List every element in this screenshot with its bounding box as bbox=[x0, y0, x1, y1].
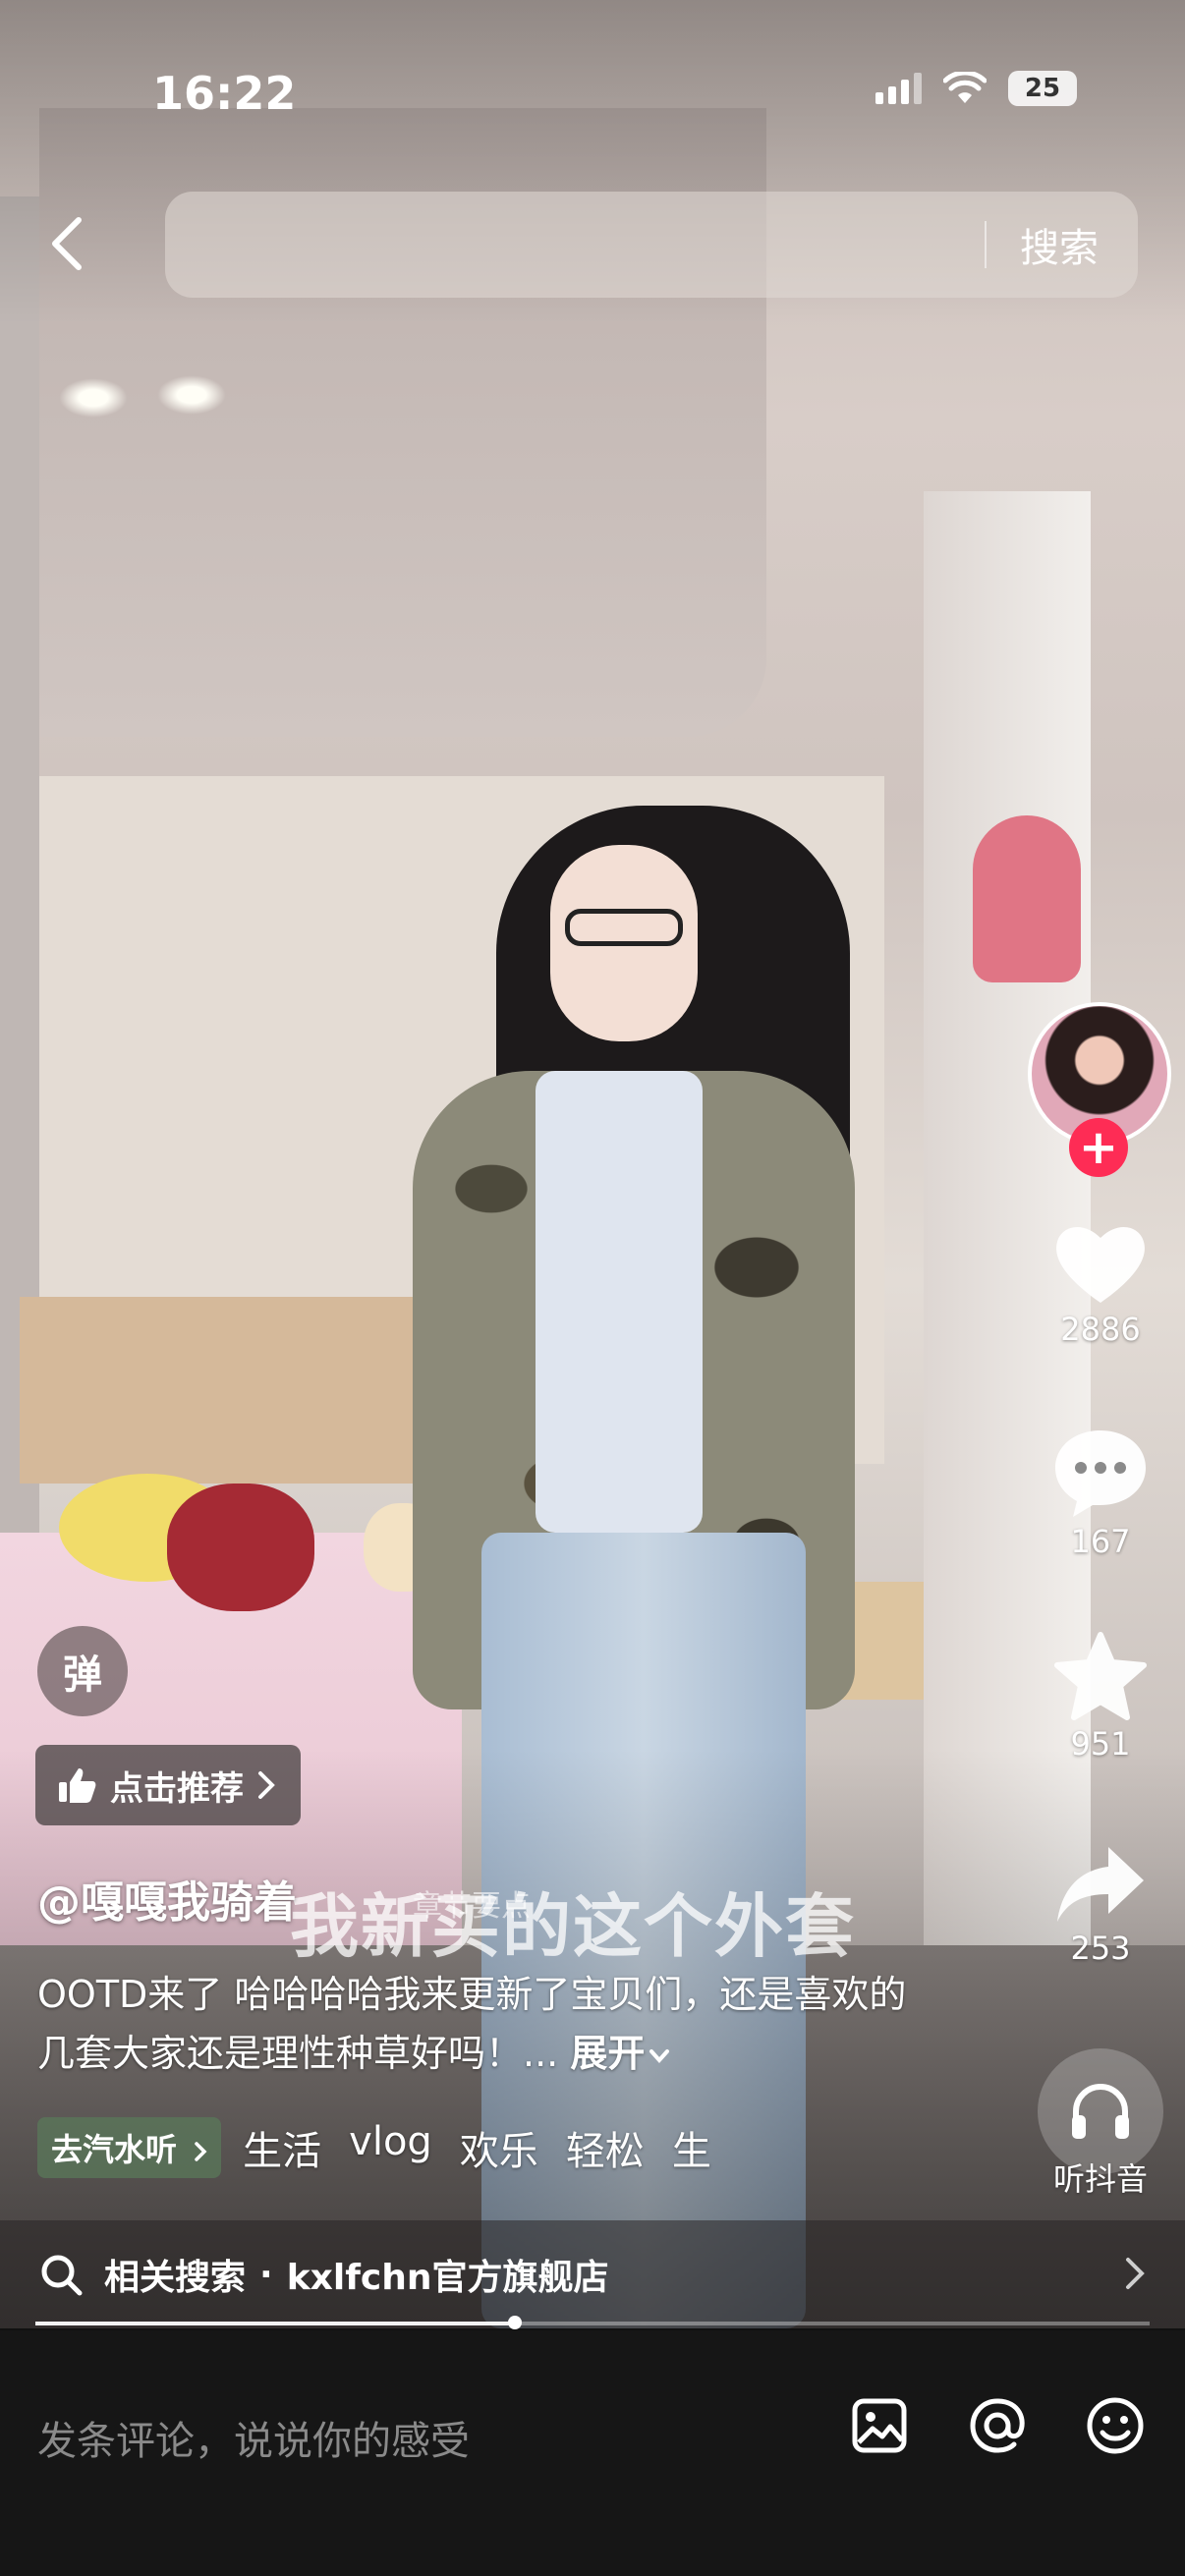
danmu-label: 弹 bbox=[63, 1652, 102, 1698]
back-button[interactable] bbox=[49, 214, 88, 273]
listen-label: 听抖音 bbox=[1052, 2160, 1148, 2198]
search-icon bbox=[41, 2255, 83, 2296]
related-search-label: 相关搜索 bbox=[104, 2258, 247, 2298]
battery-indicator: 25 bbox=[1008, 71, 1077, 106]
chevron-right-icon bbox=[1126, 2258, 1145, 2289]
expand-label: 展开 bbox=[570, 2032, 646, 2075]
tag-item[interactable]: 欢乐 bbox=[460, 2119, 538, 2176]
video-progress-bar[interactable] bbox=[35, 2316, 1150, 2329]
related-separator: · bbox=[259, 2254, 273, 2295]
danmu-toggle-button[interactable]: 弹 bbox=[37, 1626, 128, 1716]
author-name[interactable]: @嘎嘎我骑着 bbox=[37, 1867, 297, 1930]
music-app-label: 去汽水听 bbox=[51, 2131, 178, 2168]
tags-row: 去汽水听 生活 vlog 欢乐 轻松 生 bbox=[37, 2117, 711, 2178]
scene-plush-red bbox=[167, 1484, 314, 1611]
tag-list: 生活 vlog 欢乐 轻松 生 bbox=[243, 2119, 711, 2176]
image-icon bbox=[852, 2398, 907, 2453]
favorite-count: 951 bbox=[1070, 1725, 1131, 1763]
emoji-button[interactable] bbox=[1085, 2395, 1146, 2456]
chevron-right-icon bbox=[195, 2142, 207, 2161]
search-divider bbox=[985, 221, 987, 268]
recommend-label: 点击推荐 bbox=[110, 1768, 244, 1809]
chevron-right-icon bbox=[258, 1771, 275, 1799]
like-count: 2886 bbox=[1060, 1311, 1141, 1348]
comment-icon bbox=[1055, 1430, 1146, 1517]
description-text: OOTD来了 哈哈哈哈我来更新了宝贝们，还是喜欢的几套大家还是理性种草好吗！..… bbox=[37, 1973, 907, 2075]
share-icon bbox=[1057, 1847, 1144, 1922]
emoji-icon bbox=[1087, 2397, 1144, 2454]
video-subtitle: 我新买的这个外套 bbox=[290, 1886, 856, 1967]
share-button[interactable]: 253 bbox=[1032, 1843, 1169, 1967]
person-shirt bbox=[536, 1071, 703, 1533]
related-search-query: kxlfchn官方旗舰店 bbox=[286, 2258, 609, 2298]
comment-input[interactable]: 发条评论，说说你的感受 bbox=[37, 2409, 470, 2466]
favorite-button[interactable]: 951 bbox=[1032, 1631, 1169, 1763]
tag-item[interactable]: 生活 bbox=[243, 2119, 321, 2176]
comment-actions bbox=[849, 2395, 1146, 2456]
progress-fill bbox=[35, 2322, 515, 2325]
comment-count: 167 bbox=[1070, 1523, 1131, 1560]
scene-light bbox=[157, 375, 226, 415]
recommend-button[interactable]: 点击推荐 bbox=[35, 1745, 301, 1825]
person-glasses bbox=[565, 909, 683, 946]
listen-button[interactable]: 听抖音 bbox=[1032, 2048, 1169, 2200]
status-time: 16:22 bbox=[152, 67, 297, 120]
scene-cap bbox=[973, 815, 1081, 982]
follow-button[interactable]: + bbox=[1069, 1118, 1128, 1177]
image-button[interactable] bbox=[849, 2395, 910, 2456]
signal-icon bbox=[875, 73, 922, 104]
expand-button[interactable]: 展开 bbox=[570, 2032, 670, 2075]
scene-headboard bbox=[20, 1297, 413, 1484]
chevron-down-icon bbox=[649, 2048, 670, 2063]
tag-item[interactable]: 轻松 bbox=[566, 2119, 645, 2176]
search-input[interactable]: 搜索 bbox=[165, 192, 1138, 298]
share-count: 253 bbox=[1070, 1930, 1131, 1967]
related-search-bar[interactable]: 相关搜索 · kxlfchn官方旗舰店 bbox=[0, 2220, 1185, 2328]
tag-item[interactable]: 生 bbox=[672, 2119, 711, 2176]
at-icon bbox=[970, 2398, 1025, 2453]
back-icon bbox=[52, 217, 82, 270]
comment-bar: 发条评论，说说你的感受 bbox=[0, 2330, 1185, 2576]
headphones-icon bbox=[1072, 2084, 1129, 2139]
wifi-icon bbox=[943, 72, 987, 103]
search-button[interactable]: 搜索 bbox=[1020, 216, 1099, 273]
tag-item[interactable]: vlog bbox=[349, 2119, 432, 2176]
mention-button[interactable] bbox=[967, 2395, 1028, 2456]
comment-button[interactable]: 167 bbox=[1032, 1425, 1169, 1560]
video-description: OOTD来了 哈哈哈哈我来更新了宝贝们，还是喜欢的几套大家还是理性种草好吗！..… bbox=[37, 1965, 922, 2083]
scene-light bbox=[59, 378, 128, 418]
heart-icon bbox=[1056, 1226, 1145, 1303]
thumbs-up-icon bbox=[59, 1768, 96, 1803]
star-icon bbox=[1054, 1632, 1147, 1720]
like-button[interactable]: 2886 bbox=[1032, 1218, 1169, 1348]
music-app-pill[interactable]: 去汽水听 bbox=[37, 2117, 222, 2178]
progress-handle[interactable] bbox=[507, 2316, 522, 2329]
status-icons: 25 bbox=[875, 71, 1077, 106]
